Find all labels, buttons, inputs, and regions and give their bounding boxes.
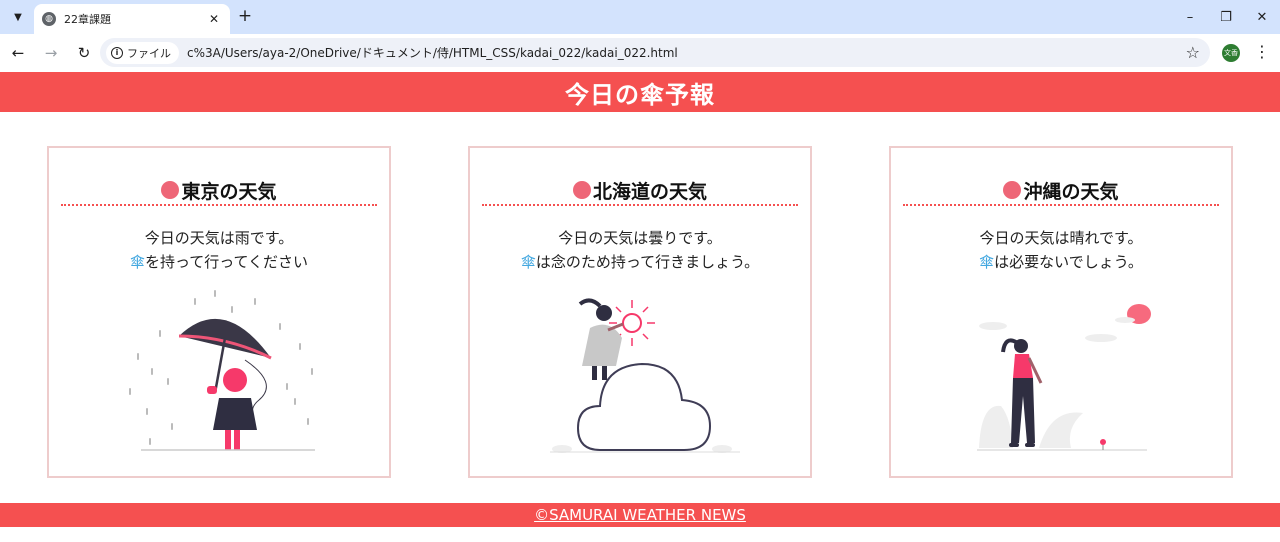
browser-toolbar: ← → ↻ i ファイル c%3A/Users/aya-2/OneDrive/ド…: [0, 34, 1280, 72]
window-controls: – ❐ ✕: [1172, 0, 1280, 34]
sunny-walk-illustration: [977, 304, 1151, 451]
dot-icon: [1003, 181, 1022, 199]
page-content: 今日の傘予報 東京の天気 今日の天気は雨です。 傘を持って行ってください 北海道…: [0, 72, 1280, 542]
back-button[interactable]: ←: [3, 38, 33, 68]
card-title-text: 東京の天気: [181, 180, 277, 203]
weather-cards: 東京の天気 今日の天気は雨です。 傘を持って行ってください 北海道の天気 今日の…: [47, 146, 1234, 478]
url-text[interactable]: c%3A/Users/aya-2/OneDrive/ドキュメント/侍/HTML_…: [187, 44, 1186, 61]
weather-line: 今日の天気は曇りです。: [558, 229, 722, 247]
rain-umbrella-illustration: [129, 290, 315, 451]
tab-title: 22章課題: [64, 13, 111, 26]
weather-card-tokyo: 東京の天気 今日の天気は雨です。 傘を持って行ってください: [47, 146, 391, 478]
advice-text: を持って行ってください: [144, 253, 309, 271]
page-footer: ©SAMURAI WEATHER NEWS: [0, 503, 1280, 527]
card-title: 東京の天気: [61, 178, 377, 206]
bookmark-star-icon[interactable]: ☆: [1186, 43, 1200, 62]
address-bar[interactable]: i ファイル c%3A/Users/aya-2/OneDrive/ドキュメント/…: [100, 38, 1210, 67]
weather-card-okinawa: 沖縄の天気 今日の天気は晴れです。 傘は必要ないでしょう。: [889, 146, 1233, 478]
forward-button[interactable]: →: [36, 38, 66, 68]
card-description: 今日の天気は晴れです。 傘は必要ないでしょう。: [891, 226, 1231, 274]
weather-line: 今日の天気は晴れです。: [979, 229, 1143, 247]
umbrella-word: 傘: [520, 253, 536, 271]
info-icon: i: [111, 46, 123, 59]
arrow-right-icon: →: [44, 44, 58, 62]
cloud-sun-illustration: [550, 298, 740, 453]
reload-button[interactable]: ↻: [69, 38, 99, 68]
weather-line: 今日の天気は雨です。: [144, 229, 294, 247]
umbrella-word: 傘: [979, 253, 995, 271]
card-title: 北海道の天気: [482, 178, 798, 206]
site-info-chip[interactable]: i ファイル: [106, 41, 179, 64]
advice-line: 傘は念のため持って行きましょう。: [470, 250, 810, 274]
dot-icon: [572, 181, 591, 199]
dot-icon: [161, 181, 180, 199]
new-tab-button[interactable]: +: [236, 7, 254, 25]
tab-strip: ▼ ◍ 22章課題 ✕ + – ❐ ✕: [0, 0, 1280, 34]
menu-kebab-icon[interactable]: ⋮: [1254, 42, 1270, 62]
minimize-button[interactable]: –: [1172, 0, 1208, 34]
close-icon[interactable]: ✕: [206, 12, 222, 26]
page-header: 今日の傘予報: [0, 72, 1280, 112]
close-window-button[interactable]: ✕: [1244, 0, 1280, 34]
umbrella-word: 傘: [129, 253, 145, 271]
advice-text: は念のため持って行きましょう。: [535, 253, 760, 271]
advice-text: は必要ないでしょう。: [994, 253, 1143, 271]
card-description: 今日の天気は曇りです。 傘は念のため持って行きましょう。: [470, 226, 810, 274]
site-info-label: ファイル: [127, 46, 171, 60]
card-title-text: 沖縄の天気: [1023, 180, 1119, 203]
footer-copyright-link[interactable]: ©SAMURAI WEATHER NEWS: [534, 506, 746, 524]
page-title: 今日の傘予報: [565, 80, 715, 109]
advice-line: 傘を持って行ってください: [49, 250, 389, 274]
profile-avatar[interactable]: 文香: [1222, 44, 1240, 62]
arrow-left-icon: ←: [11, 44, 25, 62]
browser-tab[interactable]: ◍ 22章課題 ✕: [34, 4, 230, 34]
chevron-down-icon: ▼: [14, 11, 22, 23]
card-title: 沖縄の天気: [903, 178, 1219, 206]
tab-search-button[interactable]: ▼: [6, 6, 30, 28]
restore-button[interactable]: ❐: [1208, 0, 1244, 34]
globe-icon: ◍: [42, 12, 56, 26]
reload-icon: ↻: [77, 44, 91, 62]
weather-card-hokkaido: 北海道の天気 今日の天気は曇りです。 傘は念のため持って行きましょう。: [468, 146, 812, 478]
card-title-text: 北海道の天気: [592, 180, 707, 203]
card-description: 今日の天気は雨です。 傘を持って行ってください: [49, 226, 389, 274]
advice-line: 傘は必要ないでしょう。: [891, 250, 1231, 274]
